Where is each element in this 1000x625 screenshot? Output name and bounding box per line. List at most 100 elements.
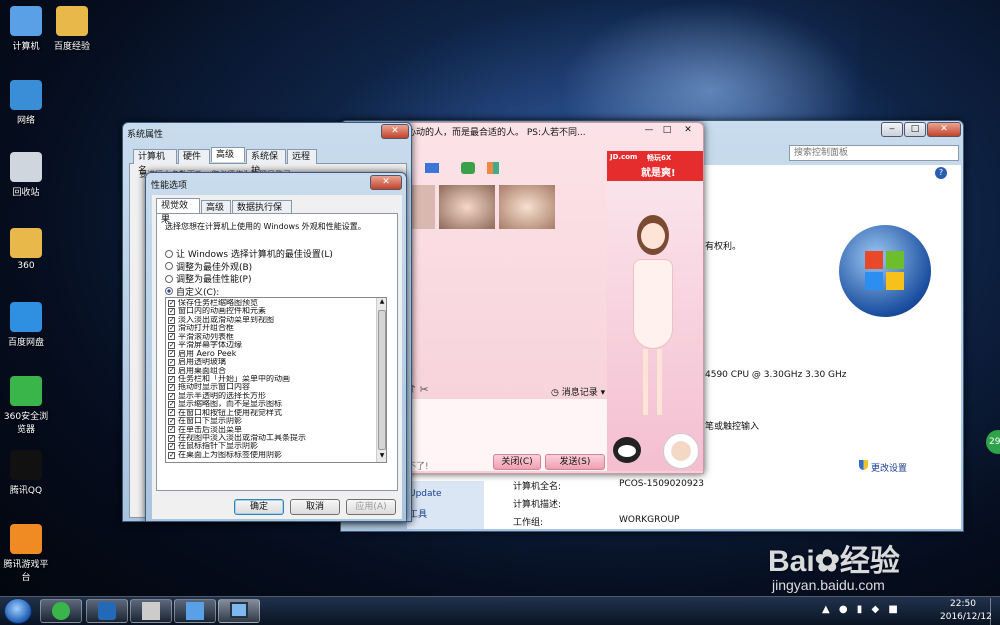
option-item[interactable]: ✓ 在窗口下显示阴影 [168,417,374,425]
sysprops-tab[interactable]: 硬件 [178,149,210,164]
checkbox[interactable]: ✓ [168,384,175,392]
option-item[interactable]: ✓ 在视图中淡入淡出或滑动工具条提示 [168,434,374,442]
checkbox[interactable]: ✓ [168,392,175,400]
option-item[interactable]: ✓ 拖动时显示窗口内容 [168,383,374,391]
add-contact-icon[interactable] [461,162,475,174]
option-item[interactable]: ✓ 启用桌面组合 [168,367,374,375]
option-item[interactable]: ✓ 显示半透明的选择长方形 [168,392,374,400]
option-item[interactable]: ✓ 启用 Aero Peek [168,350,374,358]
desktop-icon[interactable]: 360 [2,228,50,271]
photo-thumb[interactable] [439,185,495,229]
option-item[interactable]: ✓ 淡入淡出或滑动菜单到视图 [168,316,374,324]
sysprops-tab[interactable]: 计算机名 [133,149,177,176]
video-call-icon[interactable] [425,163,439,173]
apps-icon[interactable] [487,162,499,174]
radio-option[interactable]: 让 Windows 选择计算机的最佳设置(L) [165,247,333,260]
checkbox[interactable]: ✓ [168,443,175,451]
sysprops-close-button[interactable]: ✕ [381,124,409,139]
checkbox[interactable]: ✓ [168,299,175,307]
option-item[interactable]: ✓ 在窗口和按钮上使用视觉样式 [168,409,374,417]
show-desktop-button[interactable] [990,598,1000,625]
radio-button[interactable] [165,287,173,295]
taskbar-360-browser[interactable] [40,599,82,623]
taskbar-system-properties[interactable] [218,599,260,623]
checkbox[interactable]: ✓ [168,367,175,375]
checkbox[interactable]: ✓ [168,325,175,333]
option-item[interactable]: ✓ 滑动打开组合框 [168,324,374,332]
search-input[interactable]: 搜索控制面板 [789,145,959,161]
scroll-up-arrow[interactable]: ▲ [377,298,386,308]
ok-button[interactable]: 确定 [234,499,284,515]
cancel-button[interactable]: 取消 [290,499,340,515]
change-settings-link[interactable]: 更改设置 [871,461,907,474]
perf-tab[interactable]: 视觉效果 [156,198,200,225]
close-button[interactable]: ✕ [927,122,961,137]
ad-banner[interactable]: JD.com 畅玩6X 就是爽! [607,151,703,181]
apply-button[interactable]: 应用(A) [346,499,396,515]
option-item[interactable]: ✓ 平滑屏幕字体边缘 [168,341,374,349]
scroll-thumb[interactable] [378,310,386,450]
option-item[interactable]: ✓ 在单击后淡出菜单 [168,426,374,434]
desktop-icon[interactable]: 腾讯游戏平台 [2,524,50,583]
close-chat-button[interactable]: 关闭(C) [493,454,541,470]
option-item[interactable]: ✓ 保存任务栏缩略图预览 [168,299,374,307]
checkbox[interactable]: ✓ [168,409,175,417]
desktop-icon[interactable]: 计算机 [2,6,50,52]
scroll-down-arrow[interactable]: ▼ [377,452,386,462]
radio-option[interactable]: 自定义(C): [165,285,219,298]
help-icon[interactable]: ? [935,167,947,179]
radio-option[interactable]: 调整为最佳性能(P) [165,272,251,285]
perf-close-button[interactable]: ✕ [370,175,402,190]
option-item[interactable]: ✓ 窗口内的动画控件和元素 [168,307,374,315]
scrollbar[interactable]: ▲ ▼ [376,298,386,462]
desktop-icon[interactable]: 百度网盘 [2,302,50,348]
radio-option[interactable]: 调整为最佳外观(B) [165,260,252,273]
option-item[interactable]: ✓ 显示缩略图，而不是显示图标 [168,400,374,408]
start-button[interactable] [4,598,32,624]
taskbar-control-panel[interactable] [174,599,216,623]
taskbar-qq-chat[interactable] [130,599,172,623]
desktop-icon[interactable]: 360安全浏览器 [2,376,50,435]
desktop-icon[interactable]: 回收站 [2,152,50,198]
taskbar-app[interactable] [86,599,128,623]
option-item[interactable]: ✓ 启用透明玻璃 [168,358,374,366]
option-item[interactable]: ✓ 任务栏和「开始」菜单中的动画 [168,375,374,383]
sysprops-tab[interactable]: 系统保护 [246,149,286,176]
desktop-icon[interactable]: 腾讯QQ [2,450,50,496]
desktop-icon[interactable]: 百度经验 [48,6,96,52]
checkbox[interactable]: ✓ [168,358,175,366]
sysprops-tab[interactable]: 远程 [287,149,317,164]
checkbox[interactable]: ✓ [168,451,175,459]
option-item[interactable]: ✓ 平滑滚动列表框 [168,333,374,341]
send-button[interactable]: 发送(S) [545,454,605,470]
photo-thumb[interactable] [499,185,555,229]
maximize-button[interactable]: □ [904,122,926,137]
desktop-icon[interactable]: 网络 [2,80,50,126]
clock-time[interactable]: 22:50 [950,599,976,609]
radio-button[interactable] [165,262,173,270]
checkbox[interactable]: ✓ [168,316,175,324]
checkbox[interactable]: ✓ [168,333,175,341]
minimize-button[interactable]: ‒ [881,122,903,137]
option-item[interactable]: ✓ 在鼠标指针下显示阴影 [168,442,374,450]
checkbox[interactable]: ✓ [168,350,175,358]
qq-minimize-button[interactable]: — [641,124,657,139]
radio-button[interactable] [165,274,173,283]
history-button[interactable]: ◷ 消息记录 ▾ [551,385,605,398]
photo-thumb[interactable] [409,185,435,229]
checkbox[interactable]: ✓ [168,426,175,434]
checkbox[interactable]: ✓ [168,400,175,408]
option-item[interactable]: ✓ 在桌面上为图标标签使用阴影 [168,451,374,459]
update-link[interactable]: Update [409,489,442,499]
clock-date[interactable]: 2016/12/12 [940,612,992,622]
checkbox[interactable]: ✓ [168,434,175,442]
checkbox[interactable]: ✓ [168,341,175,349]
sysprops-tab[interactable]: 高级 [211,147,245,162]
checkbox[interactable]: ✓ [168,417,175,425]
radio-button[interactable] [165,249,173,258]
checkbox[interactable]: ✓ [168,375,175,383]
qq-maximize-button[interactable]: □ [659,124,675,139]
avatar[interactable] [663,433,699,469]
side-badge[interactable]: 29 [986,430,1000,454]
qq-close-button[interactable]: ✕ [677,124,699,139]
